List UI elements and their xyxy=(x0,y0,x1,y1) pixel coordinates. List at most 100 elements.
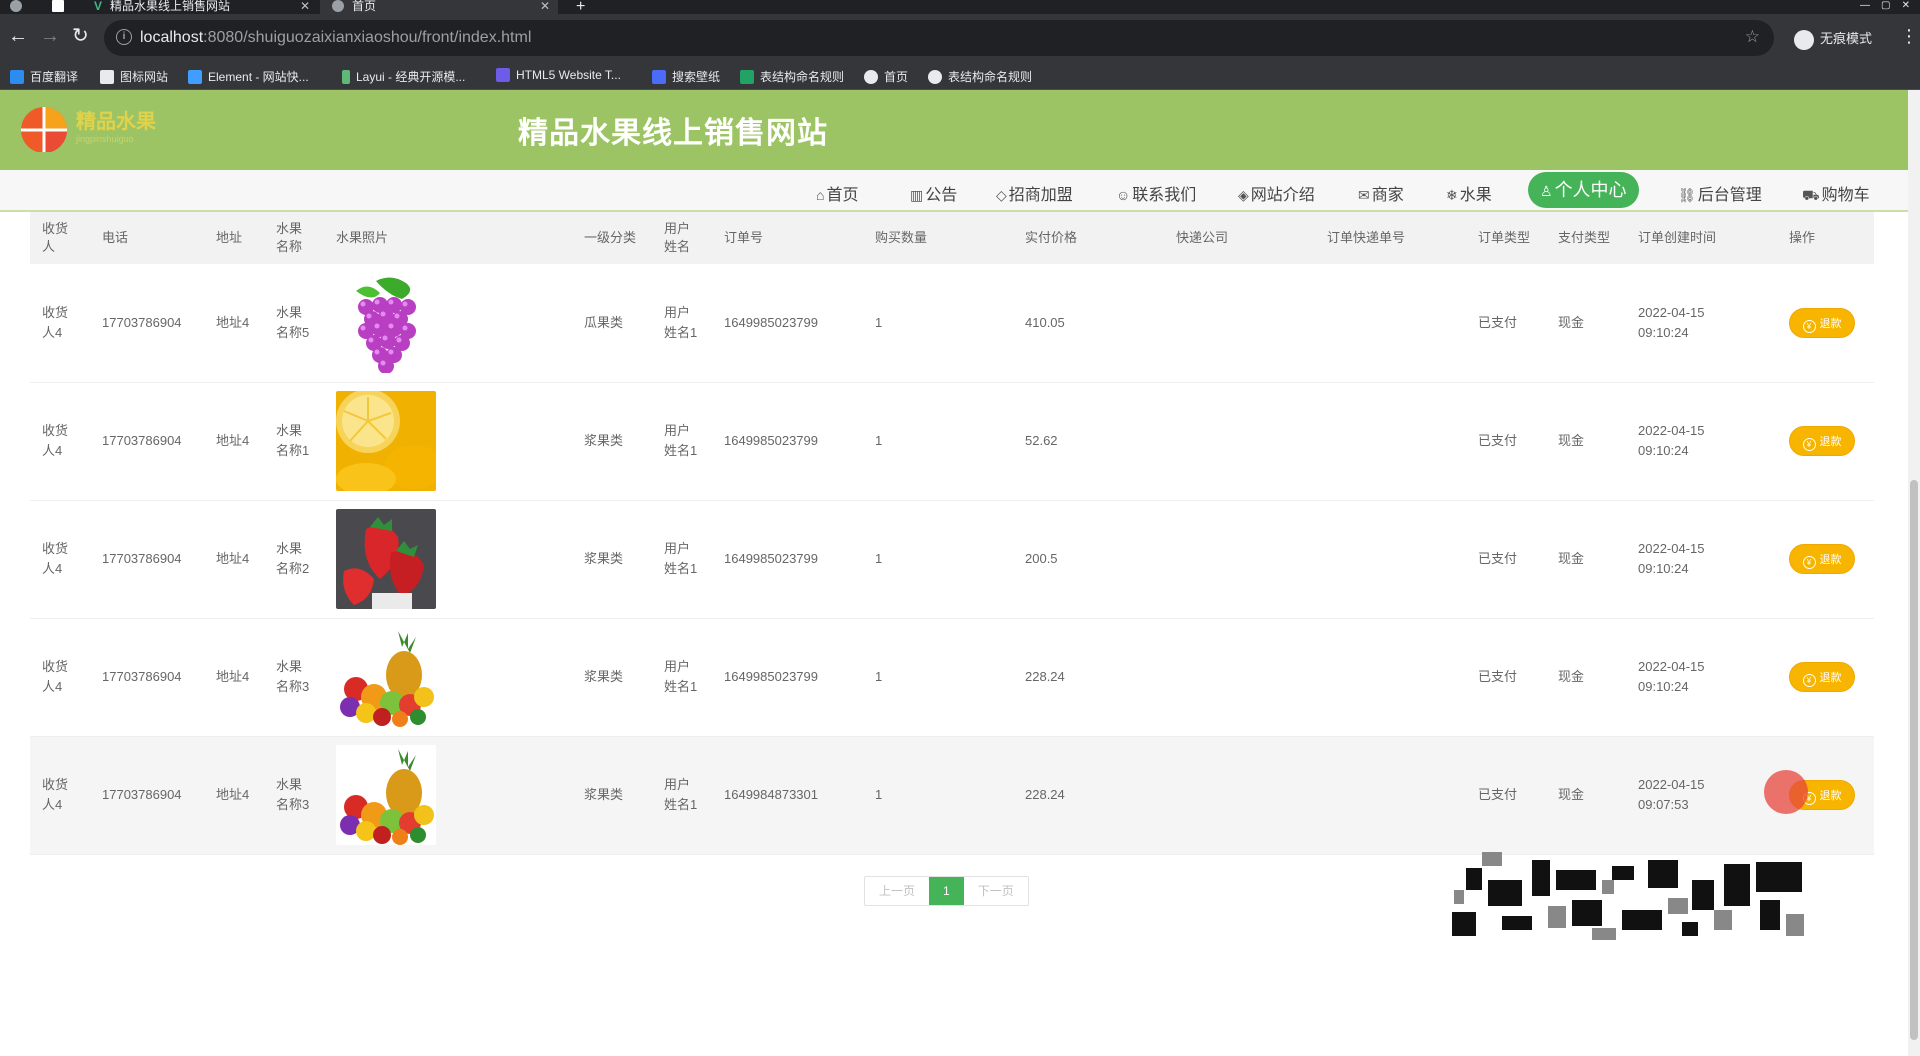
fruit-photo[interactable] xyxy=(336,627,436,727)
nav-notice[interactable]: ▥ 公告 xyxy=(910,181,957,205)
refund-button[interactable]: ¥ 退款 xyxy=(1789,544,1855,574)
cell-price: 410.05 xyxy=(1013,264,1164,383)
cell-express xyxy=(1164,264,1315,383)
fruit-photo-cell xyxy=(324,500,572,619)
forward-icon[interactable]: → xyxy=(40,26,60,46)
cart-icon: ⛟ xyxy=(1802,187,1820,203)
created-time: 09:10:24 xyxy=(1638,679,1689,694)
nav-about[interactable]: ◈ 网站介绍 xyxy=(1238,181,1315,205)
page-icon xyxy=(52,0,64,12)
back-icon[interactable]: ← xyxy=(8,26,28,46)
nav-franchise[interactable]: ◇ 招商加盟 xyxy=(996,181,1073,205)
cell-action: ¥ 退款 xyxy=(1777,264,1874,383)
bookmark-item[interactable]: 首页 xyxy=(864,68,908,85)
bookmark-item[interactable]: 百度翻译 xyxy=(10,68,78,85)
cell-created-time: 2022-04-15 09:10:24 xyxy=(1626,264,1777,383)
cell-express xyxy=(1164,736,1315,855)
bookmarks-bar: 百度翻译 图标网站 Element - 网站快... Layui - 经典开源模… xyxy=(0,62,1920,90)
coin-icon: ¥ xyxy=(1802,438,1816,451)
bookmark-item[interactable]: HTML5 Website T... xyxy=(496,68,621,82)
orders-table-wrap: 收货人 电话 地址 水果名称 水果照片 一级分类 用户姓名 订单号 购买数量 实… xyxy=(30,212,1874,855)
bookmark-item[interactable]: 表结构命名规则 xyxy=(740,68,844,85)
cell-phone: 17703786904 xyxy=(90,500,204,619)
cell-username: 用户姓名1 xyxy=(652,500,712,619)
cell-qty: 1 xyxy=(863,264,1013,383)
refund-button[interactable]: ¥ 退款 xyxy=(1789,426,1855,456)
tab-site[interactable]: V 精品水果线上销售网站 ✕ xyxy=(80,0,318,14)
tab-home[interactable]: 首页 ✕ xyxy=(320,0,558,14)
nav-cart[interactable]: ⛟ 购物车 xyxy=(1802,181,1870,206)
address-bar[interactable]: i localhost:8080/shuiguozaixianxiaoshou/… xyxy=(104,20,1774,56)
globe-icon xyxy=(332,0,344,12)
fruit-photo[interactable] xyxy=(336,272,436,373)
cell-category: 浆果类 xyxy=(572,736,652,855)
cell-receiver: 收货人4 xyxy=(30,618,90,737)
cell-receiver: 收货人4 xyxy=(30,264,90,383)
browser-menu-tab[interactable] xyxy=(10,0,50,14)
cell-phone: 17703786904 xyxy=(90,736,204,855)
col-header: 订单号 xyxy=(712,212,863,264)
refund-label: 退款 xyxy=(1819,436,1842,448)
fruit-photo[interactable] xyxy=(336,391,436,491)
incognito-badge[interactable]: 无痕模式 xyxy=(1794,28,1872,50)
table-row: 收货人4 17703786904 地址4 水果名称3 浆果类 用户姓名1 164998487… xyxy=(30,736,1874,855)
bookmark-item[interactable]: 搜索壁纸 xyxy=(652,68,720,85)
notice-icon: ▥ xyxy=(910,187,924,203)
created-date: 2022-04-15 xyxy=(1638,541,1705,556)
cell-qty: 1 xyxy=(863,618,1013,737)
fruit-photo[interactable] xyxy=(336,745,436,845)
prev-page-button[interactable]: 上一页 xyxy=(865,877,929,905)
globe-icon xyxy=(864,70,878,84)
page-viewport: 精品水果 jingpinshuiguo 精品水果线上销售网站 ⌂ 首页 ▥ 公告 ◇… xyxy=(0,90,1920,1056)
bookmark-item[interactable]: Element - 网站快... xyxy=(188,68,309,85)
cell-fruit-name: 水果名称3 xyxy=(264,736,324,855)
refund-button[interactable]: ¥ 退款 xyxy=(1789,307,1855,338)
bookmark-item[interactable]: 图标网站 xyxy=(100,68,168,85)
bookmark-item[interactable]: 表结构命名规则 xyxy=(928,68,1032,85)
close-icon[interactable]: ✕ xyxy=(540,0,550,12)
nav-contact[interactable]: ☺ 联系我们 xyxy=(1116,181,1196,205)
table-row: 收货人4 17703786904 地址4 水果名称5 瓜果类 用户姓名1 164998502… xyxy=(30,264,1874,383)
nav-fruit[interactable]: ❄ 水果 xyxy=(1446,181,1492,205)
table-row: 收货人4 17703786904 地址4 水果名称1 浆果类 用户姓名1 164998502… xyxy=(30,382,1874,501)
coin-icon: ¥ xyxy=(1802,674,1816,687)
reload-icon[interactable]: ↻ xyxy=(72,26,89,46)
refund-button[interactable]: ¥ 退款 xyxy=(1789,662,1855,692)
cell-qty: 1 xyxy=(863,382,1013,501)
fruit-photo[interactable] xyxy=(336,509,436,609)
info-icon[interactable]: i xyxy=(116,29,132,45)
bookmark-item[interactable]: Layui - 经典开源模... xyxy=(342,68,465,85)
cell-price: 52.62 xyxy=(1013,382,1164,501)
cell-address: 地址4 xyxy=(204,382,264,501)
cell-express-no xyxy=(1315,736,1466,855)
window-controls[interactable]: — ▢ ✕ xyxy=(1860,0,1910,11)
nav-merchant[interactable]: ✉ 商家 xyxy=(1358,181,1404,205)
nav-admin[interactable]: ⛓ 后台管理 xyxy=(1678,181,1762,205)
next-page-button[interactable]: 下一页 xyxy=(964,877,1028,905)
refund-label: 退款 xyxy=(1819,790,1842,802)
nav-user-center[interactable]: ♙ 个人中心 xyxy=(1528,172,1639,208)
page-number-current[interactable]: 1 xyxy=(929,877,964,905)
col-header: 订单创建时间 xyxy=(1626,212,1777,264)
star-icon[interactable]: ☆ xyxy=(1745,27,1760,47)
cell-username: 用户姓名1 xyxy=(652,382,712,501)
cell-express-no xyxy=(1315,382,1466,501)
cell-action: ¥ 退款 xyxy=(1777,382,1874,501)
created-time: 09:10:24 xyxy=(1638,561,1689,576)
pinned-tab[interactable] xyxy=(52,0,68,14)
cell-express xyxy=(1164,500,1315,619)
created-date: 2022-04-15 xyxy=(1638,777,1705,792)
wallpaper-icon xyxy=(652,70,666,84)
col-header: 用户姓名 xyxy=(652,212,712,264)
refund-label: 退款 xyxy=(1819,672,1842,684)
scrollbar-thumb[interactable] xyxy=(1910,480,1918,1040)
col-header: 支付类型 xyxy=(1546,212,1626,264)
nav-home[interactable]: ⌂ 首页 xyxy=(816,181,858,205)
close-icon[interactable]: ✕ xyxy=(300,0,310,12)
menu-icon[interactable]: ⋮ xyxy=(1900,26,1918,47)
site-logo[interactable]: 精品水果 jingpinshuiguo xyxy=(18,98,168,153)
cell-created-time: 2022-04-15 09:10:24 xyxy=(1626,618,1777,737)
cell-receiver: 收货人4 xyxy=(30,736,90,855)
page-scrollbar[interactable] xyxy=(1908,90,1920,1056)
col-header: 快递公司 xyxy=(1164,212,1315,264)
